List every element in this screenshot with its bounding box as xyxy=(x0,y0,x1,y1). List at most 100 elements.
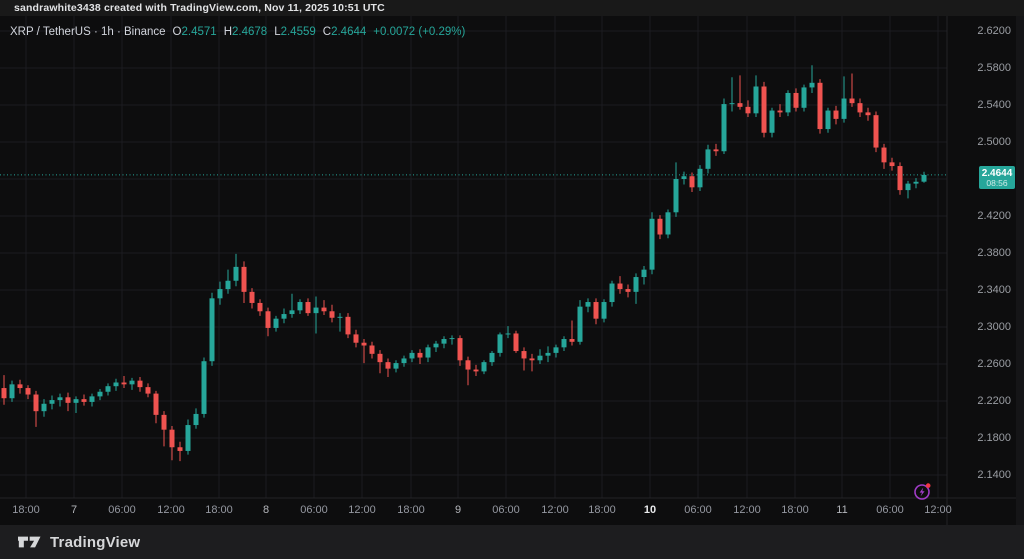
candle[interactable] xyxy=(634,273,639,304)
candle[interactable] xyxy=(170,426,175,460)
candle[interactable] xyxy=(594,298,599,324)
candle[interactable] xyxy=(794,88,799,111)
candle[interactable] xyxy=(682,172,687,185)
candle[interactable] xyxy=(418,349,423,364)
candle[interactable] xyxy=(530,354,535,372)
candle[interactable] xyxy=(554,345,559,358)
candle[interactable] xyxy=(802,85,807,112)
candle[interactable] xyxy=(562,336,567,351)
candle[interactable] xyxy=(154,391,159,423)
candlestick-chart[interactable] xyxy=(0,16,1024,525)
candle[interactable] xyxy=(210,293,215,366)
candle[interactable] xyxy=(666,210,671,239)
candle[interactable] xyxy=(498,333,503,357)
candle[interactable] xyxy=(66,393,71,412)
candle[interactable] xyxy=(42,399,47,417)
candle[interactable] xyxy=(754,75,759,117)
candle[interactable] xyxy=(874,111,879,152)
candle[interactable] xyxy=(34,391,39,427)
candle[interactable] xyxy=(906,181,911,199)
candle[interactable] xyxy=(282,309,287,324)
candle[interactable] xyxy=(186,420,191,455)
candle[interactable] xyxy=(298,299,303,314)
candle[interactable] xyxy=(322,300,327,315)
candle[interactable] xyxy=(258,299,263,316)
candle[interactable] xyxy=(274,316,279,332)
candle[interactable] xyxy=(786,90,791,116)
candle[interactable] xyxy=(546,346,551,362)
candle[interactable] xyxy=(354,330,359,348)
symbol-title[interactable]: XRP / TetherUS · 1h · Binance xyxy=(10,26,166,38)
candle[interactable] xyxy=(570,321,575,346)
time-axis[interactable]: 18:00706:0012:0018:00806:0012:0018:00906… xyxy=(0,498,1024,525)
candle[interactable] xyxy=(674,162,679,217)
candle[interactable] xyxy=(834,106,839,125)
candle[interactable] xyxy=(762,82,767,138)
candle[interactable] xyxy=(586,298,591,312)
candle[interactable] xyxy=(730,77,735,111)
candle[interactable] xyxy=(882,144,887,169)
chart-area[interactable]: XRP / TetherUS · 1h · Binance O2.4571 H2… xyxy=(0,16,1024,525)
candle[interactable] xyxy=(18,380,23,394)
current-price-badge[interactable]: 2.4644 08:56 xyxy=(979,166,1015,189)
candle[interactable] xyxy=(2,375,7,405)
candle[interactable] xyxy=(698,165,703,191)
candle[interactable] xyxy=(810,65,815,93)
candle[interactable] xyxy=(202,358,207,418)
candle[interactable] xyxy=(898,162,903,194)
candle[interactable] xyxy=(522,347,527,370)
candle[interactable] xyxy=(250,288,255,308)
candle[interactable] xyxy=(82,395,87,406)
candle[interactable] xyxy=(338,313,343,332)
candle[interactable] xyxy=(346,313,351,338)
candle[interactable] xyxy=(370,342,375,359)
candle[interactable] xyxy=(306,298,311,316)
candle[interactable] xyxy=(138,377,143,392)
candle[interactable] xyxy=(442,336,447,348)
candle[interactable] xyxy=(922,172,927,183)
candle[interactable] xyxy=(90,394,95,407)
candle[interactable] xyxy=(162,411,167,446)
candle[interactable] xyxy=(58,394,63,407)
candle[interactable] xyxy=(770,108,775,138)
candle[interactable] xyxy=(98,389,103,400)
candle[interactable] xyxy=(538,349,543,364)
candle[interactable] xyxy=(690,173,695,192)
candle[interactable] xyxy=(450,335,455,344)
candle[interactable] xyxy=(330,305,335,323)
candle[interactable] xyxy=(178,442,183,461)
candle[interactable] xyxy=(714,144,719,156)
candle[interactable] xyxy=(626,284,631,297)
candle[interactable] xyxy=(146,383,151,397)
candle[interactable] xyxy=(466,357,471,386)
candle[interactable] xyxy=(242,261,247,303)
candle[interactable] xyxy=(826,108,831,133)
candle[interactable] xyxy=(10,381,15,402)
candle[interactable] xyxy=(474,365,479,376)
candle[interactable] xyxy=(738,75,743,109)
candle[interactable] xyxy=(618,276,623,294)
candle[interactable] xyxy=(402,356,407,367)
candle[interactable] xyxy=(850,74,855,107)
candle[interactable] xyxy=(706,145,711,174)
candle[interactable] xyxy=(130,378,135,390)
candle[interactable] xyxy=(650,212,655,274)
candle[interactable] xyxy=(914,178,919,188)
candle[interactable] xyxy=(426,345,431,363)
candle[interactable] xyxy=(610,281,615,307)
candle[interactable] xyxy=(378,350,383,373)
candle[interactable] xyxy=(658,215,663,239)
candle[interactable] xyxy=(394,360,399,372)
candle[interactable] xyxy=(386,358,391,377)
candle[interactable] xyxy=(858,99,863,118)
candle[interactable] xyxy=(746,100,751,117)
candle[interactable] xyxy=(410,350,415,362)
candle[interactable] xyxy=(434,341,439,352)
candle[interactable] xyxy=(482,360,487,374)
candle[interactable] xyxy=(866,108,871,121)
candle[interactable] xyxy=(578,300,583,344)
candle[interactable] xyxy=(642,266,647,285)
candle[interactable] xyxy=(114,379,119,391)
candle[interactable] xyxy=(50,395,55,409)
candle[interactable] xyxy=(778,104,783,117)
